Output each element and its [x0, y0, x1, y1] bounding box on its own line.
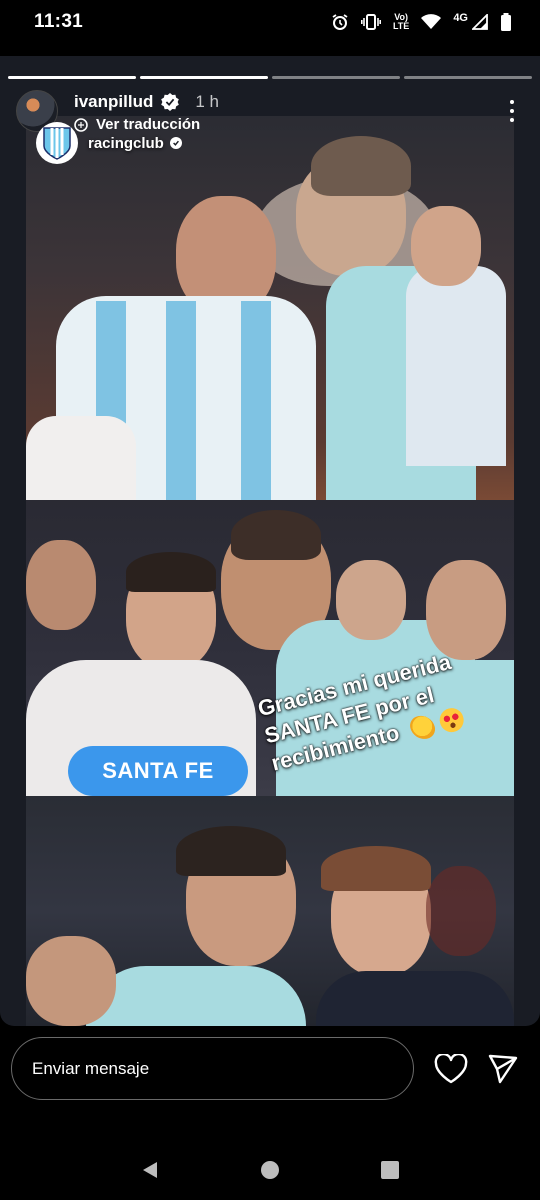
status-icons: Vo) LTE 4G — [331, 12, 512, 31]
message-input-container[interactable] — [11, 1037, 414, 1100]
signal-icon — [472, 14, 488, 30]
racing-club-logo — [36, 122, 78, 164]
user-row: ivanpillud 1 h — [74, 90, 219, 114]
location-sticker-text[interactable]: SANTA FE — [102, 758, 214, 784]
progress-segment — [140, 76, 268, 79]
system-nav-bar — [0, 1140, 540, 1200]
verified-icon — [169, 137, 182, 149]
alarm-icon — [332, 14, 348, 30]
heart-eyes-emoji — [437, 705, 467, 735]
story-photo-collage — [26, 116, 514, 1026]
story-viewer[interactable]: ivanpillud 1 h Ver traducción racingclub… — [0, 56, 540, 1026]
more-icon[interactable] — [510, 100, 516, 122]
reshare-attribution[interactable]: racingclub — [36, 122, 182, 164]
progress-segment — [272, 76, 400, 79]
back-icon[interactable] — [138, 1158, 162, 1182]
username[interactable]: ivanpillud — [74, 92, 153, 112]
story-progress-bar — [8, 76, 532, 79]
verified-icon — [161, 93, 180, 111]
message-input[interactable] — [32, 1058, 413, 1079]
vibrate-icon — [360, 14, 381, 30]
message-bar — [0, 1026, 540, 1136]
reshare-username-text[interactable]: racingclub — [88, 135, 164, 152]
location-sticker[interactable]: SANTA FE — [68, 746, 248, 796]
status-time: 11:31 — [34, 11, 84, 32]
story-time-ago: 1 h — [195, 92, 219, 111]
recents-icon[interactable] — [378, 1158, 402, 1182]
story-photo-top — [26, 116, 514, 500]
send-icon[interactable] — [487, 1053, 519, 1085]
home-icon[interactable] — [258, 1158, 282, 1182]
reshare-username[interactable]: racingclub — [88, 135, 182, 152]
battery-icon — [501, 13, 511, 31]
heart-icon[interactable] — [434, 1054, 468, 1084]
wifi-icon — [421, 14, 442, 29]
volte-bottom: LTE — [392, 21, 410, 31]
story-photo-bottom — [26, 796, 514, 1026]
network-type-label: 4G — [453, 12, 468, 24]
clapping-hands-emoji — [408, 713, 438, 743]
volte-indicator: Vo) LTE — [393, 13, 409, 31]
progress-segment — [8, 76, 136, 79]
progress-segment — [404, 76, 532, 79]
status-bar: 11:31 Vo) LTE 4G — [0, 0, 540, 44]
